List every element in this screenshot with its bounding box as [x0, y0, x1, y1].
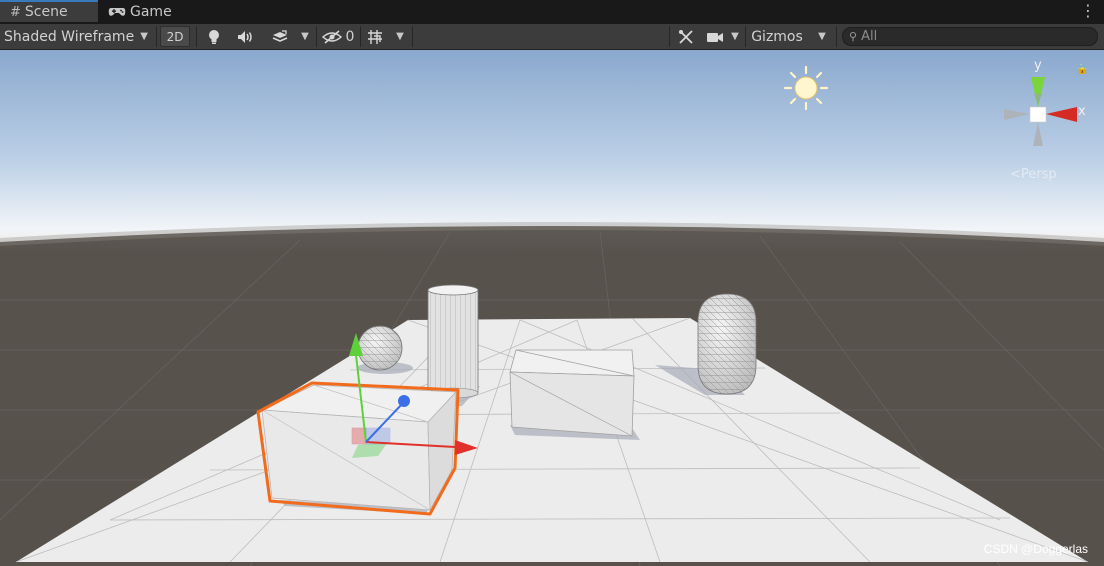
search-input[interactable]: [861, 29, 1062, 44]
chevron-down-icon: ▼: [396, 31, 404, 42]
capsule-object[interactable]: [697, 293, 757, 395]
chevron-down-icon: ▼: [818, 31, 826, 42]
camera-dropdown[interactable]: ▼: [726, 24, 744, 49]
effects-dropdown[interactable]: ▼: [296, 24, 314, 49]
gizmos-button[interactable]: Gizmos: [746, 24, 808, 49]
chevron-down-icon: ▼: [301, 31, 309, 42]
toggle-2d-label: 2D: [166, 29, 184, 44]
grid-snapping-toggle[interactable]: [362, 24, 388, 49]
tools-icon: [679, 29, 693, 44]
tab-scene[interactable]: # Scene: [0, 0, 98, 22]
toolbar-divider: [316, 26, 317, 47]
projection-label: Persp: [1020, 167, 1057, 182]
lightbulb-icon: [209, 29, 219, 44]
grid-snap-icon: [368, 29, 382, 44]
lock-icon[interactable]: 🔒: [1076, 64, 1088, 75]
scene-viewport[interactable]: y x 🔒 <Persp CSDN @Doggerlas: [0, 50, 1104, 566]
search-icon: ⚲: [849, 30, 858, 43]
draw-mode-value: Shaded Wireframe: [4, 28, 134, 45]
audio-toggle[interactable]: [232, 24, 260, 49]
skybox: [0, 50, 1104, 250]
toolbar-divider: [669, 26, 670, 47]
watermark: CSDN @Doggerlas: [983, 542, 1088, 556]
eye-hidden-icon: [321, 29, 342, 44]
gizmos-dropdown[interactable]: ▼: [810, 24, 834, 49]
gizmos-label: Gizmos: [751, 28, 803, 45]
scene-render: [0, 50, 1104, 566]
draw-mode-dropdown[interactable]: Shaded Wireframe ▼: [4, 24, 152, 49]
hidden-count: 0: [345, 28, 355, 45]
gamepad-icon: [108, 8, 126, 16]
projection-toggle[interactable]: <Persp: [1010, 167, 1057, 182]
chevron-left-icon: <: [1010, 167, 1021, 182]
toolbar-divider: [412, 26, 413, 47]
toolbar-divider: [196, 26, 197, 47]
cube-object[interactable]: [509, 349, 635, 437]
chevron-down-icon: ▼: [731, 31, 739, 42]
tab-game-label: Game: [130, 4, 172, 20]
more-options-icon[interactable]: ⋮: [1080, 2, 1096, 20]
tools-toggle[interactable]: [672, 24, 700, 49]
camera-icon: [707, 32, 723, 42]
hierarchy-search[interactable]: ⚲: [842, 27, 1098, 46]
directional-light-icon[interactable]: [783, 65, 829, 111]
scene-visibility-toggle[interactable]: 0: [320, 24, 356, 49]
toolbar-divider: [156, 26, 157, 47]
tab-bar: # Scene Game ⋮: [0, 0, 1104, 24]
tab-scene-label: Scene: [24, 4, 68, 20]
toolbar-divider: [836, 26, 837, 47]
grid-hash-icon: #: [10, 4, 21, 20]
camera-button[interactable]: [704, 24, 726, 49]
toggle-2d-button[interactable]: 2D: [160, 26, 190, 47]
speaker-icon: [238, 30, 252, 43]
effects-toggle[interactable]: [266, 24, 294, 49]
toolbar-divider: [360, 26, 361, 47]
chevron-down-icon: ▼: [140, 31, 148, 42]
gizmo-x-label: x: [1078, 104, 1086, 119]
tab-game[interactable]: Game: [108, 0, 188, 24]
layers-icon: [272, 29, 288, 42]
gizmo-y-label: y: [1034, 58, 1042, 73]
sphere-object[interactable]: [357, 325, 403, 371]
lighting-toggle[interactable]: [200, 24, 228, 49]
grid-dropdown[interactable]: ▼: [390, 24, 410, 49]
cylinder-object[interactable]: [427, 284, 479, 399]
